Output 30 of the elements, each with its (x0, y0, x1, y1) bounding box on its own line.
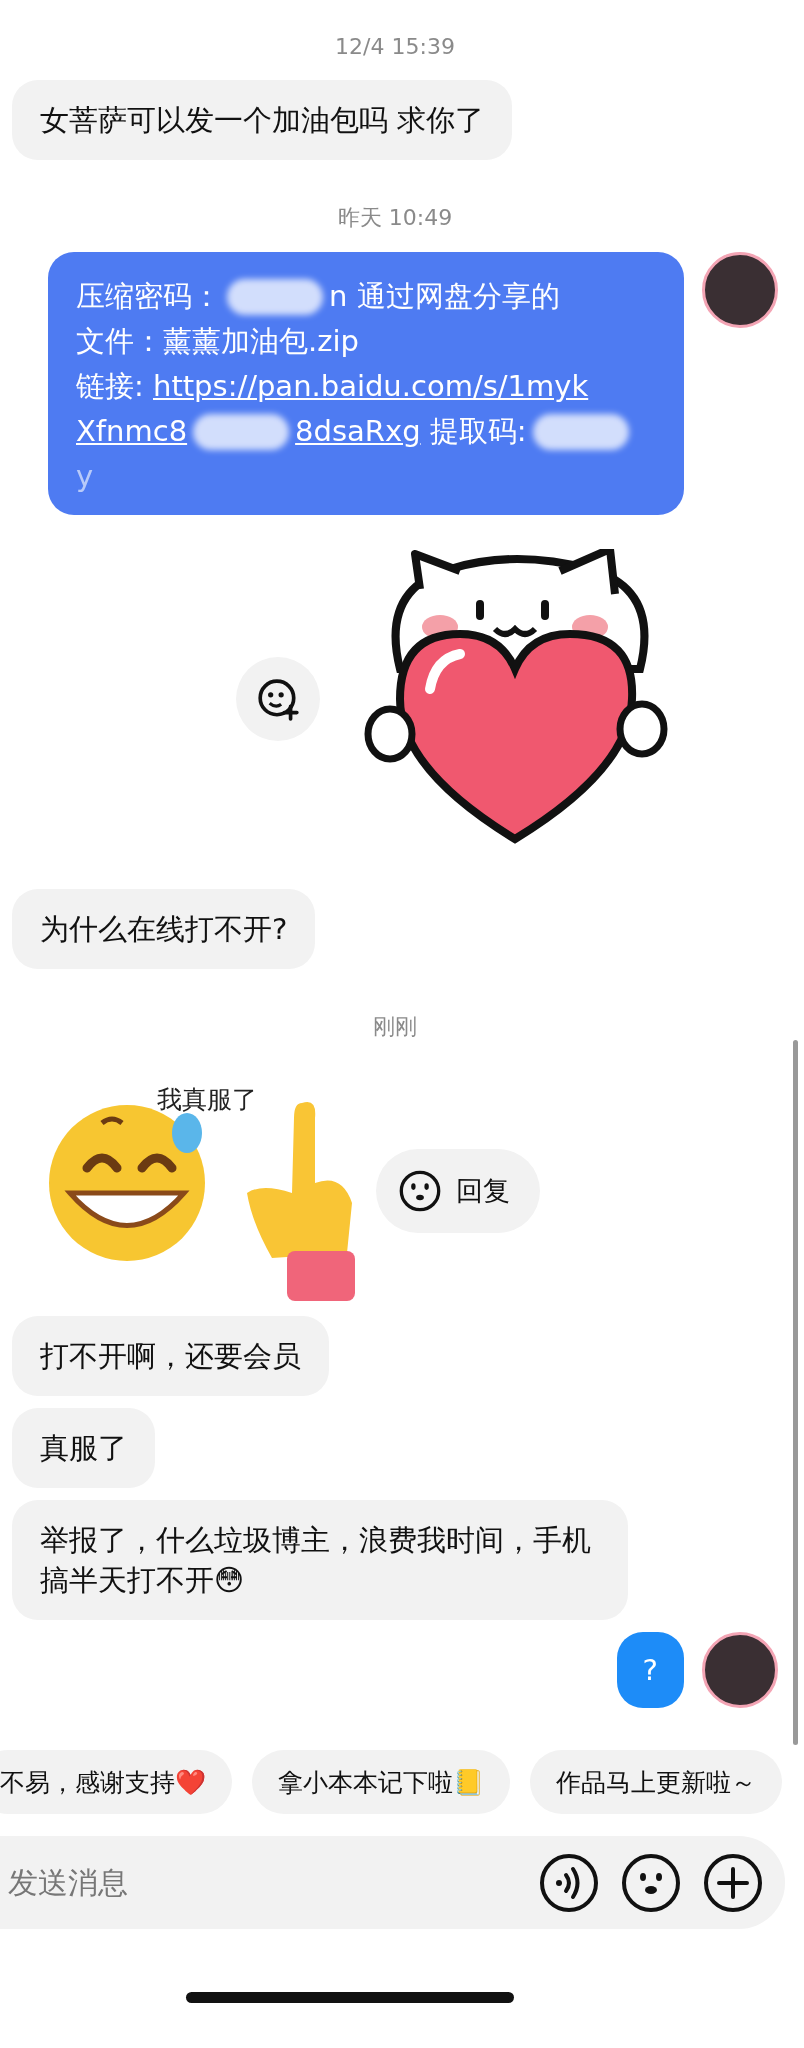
quick-reply-chip[interactable]: 拿小本本记下啦📒 (252, 1750, 510, 1814)
timestamp: 刚刚 (373, 1013, 417, 1041)
message-bubble: 真服了 (12, 1408, 155, 1488)
smiley-icon (398, 1168, 442, 1213)
plus-icon[interactable] (703, 1852, 763, 1913)
message-text: 文件：薰薰加油包.zip (76, 323, 359, 360)
message-bubble: 女菩萨可以发一个加油包吗 求你了 (12, 80, 513, 160)
message-bubble: ? (616, 1632, 684, 1708)
message-text: 提取码: (428, 413, 527, 450)
sticker-caption: 我真服了 (157, 1084, 257, 1116)
message-text: 压缩密码： (76, 278, 221, 315)
message-text: y (76, 458, 94, 495)
quick-reply-chip[interactable]: 不易，感谢支持❤ (0, 1750, 232, 1814)
add-emoji-icon (256, 677, 300, 721)
message-input-bar[interactable]: 发送消息 (0, 1836, 785, 1929)
message-bubble: 举报了，什么垃圾博主，浪费我时间，手机搞半天打不开😳 (12, 1500, 628, 1620)
message-bubble: 打不开啊，还要会员 (12, 1316, 329, 1396)
link[interactable]: 8dsaRxg (295, 409, 421, 454)
message-text: n 通过网盘分享的 (329, 278, 560, 315)
message-input-field[interactable]: 发送消息 (0, 1864, 517, 1901)
voice-icon[interactable] (539, 1852, 599, 1913)
message-bubble: 为什么在线打不开? (12, 889, 316, 969)
quick-reply-chip[interactable]: 作品马上更新啦～ (530, 1750, 782, 1814)
timestamp: 昨天 10:49 (337, 204, 453, 232)
reply-button[interactable]: 回复 (376, 1148, 540, 1233)
link[interactable]: Xfnmc8 (76, 409, 188, 454)
link[interactable]: https://pan.baidu.com/s/1myk (153, 364, 589, 409)
message-text: 链接: (76, 368, 145, 405)
timestamp: 12/4 15:39 (335, 33, 455, 59)
emoji-icon[interactable] (621, 1852, 681, 1913)
